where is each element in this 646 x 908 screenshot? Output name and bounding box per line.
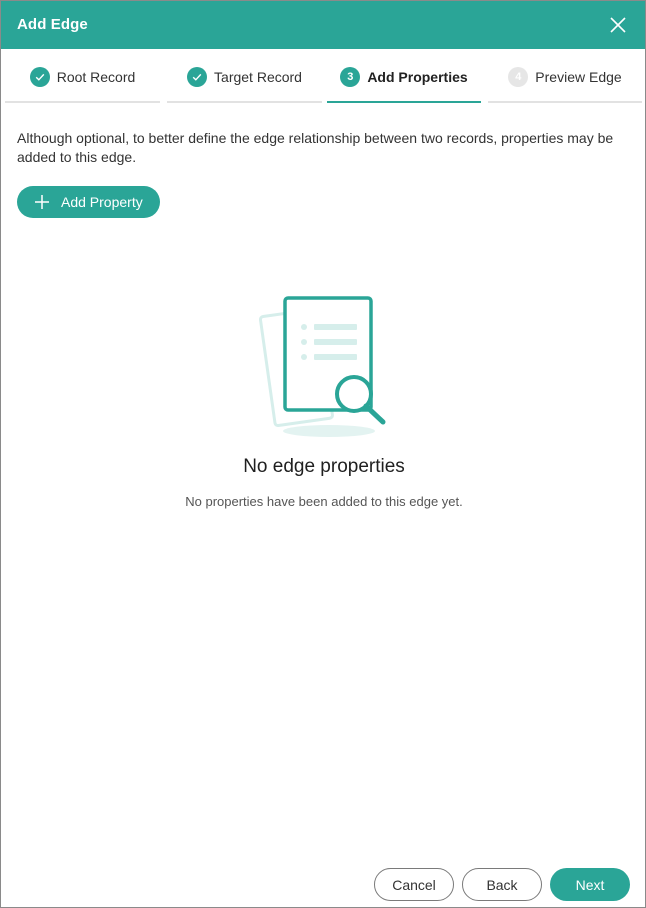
- add-property-button[interactable]: Add Property: [17, 186, 160, 218]
- step-number-badge: 3: [340, 67, 361, 87]
- step-underline: [327, 101, 481, 103]
- step-underline: [5, 101, 160, 103]
- dialog-title: Add Edge: [17, 16, 88, 33]
- wizard-steps: Root Record Target Record 3 Add Properti…: [5, 49, 643, 105]
- step-label: Preview Edge: [535, 69, 622, 85]
- add-property-label: Add Property: [61, 194, 143, 210]
- step-label: Root Record: [56, 69, 136, 85]
- close-icon: [610, 17, 626, 33]
- check-icon: [187, 67, 208, 87]
- step-label: Add Properties: [367, 69, 468, 85]
- check-icon: [29, 67, 50, 87]
- step-add-properties[interactable]: 3 Add Properties: [327, 49, 481, 105]
- step-root-record[interactable]: Root Record: [5, 49, 160, 105]
- dialog-header: Add Edge: [1, 1, 645, 49]
- step-underline: [488, 101, 642, 103]
- cancel-button[interactable]: Cancel: [374, 868, 454, 901]
- close-button[interactable]: [607, 14, 629, 36]
- next-button[interactable]: Next: [550, 868, 630, 901]
- empty-state-title: No edge properties: [243, 456, 405, 477]
- step-underline: [167, 101, 322, 103]
- step-preview-edge[interactable]: 4 Preview Edge: [488, 49, 642, 105]
- empty-state-subtitle: No properties have been added to this ed…: [185, 494, 463, 509]
- description-text: Although optional, to better define the …: [17, 130, 614, 165]
- step-number-badge: 4: [508, 67, 529, 87]
- plus-icon: [35, 195, 49, 209]
- empty-document-search-icon: [259, 296, 386, 437]
- add-edge-dialog: Add Edge Root Record Target Record 3 Add: [0, 0, 646, 908]
- step-label: Target Record: [214, 69, 302, 85]
- step-target-record[interactable]: Target Record: [167, 49, 322, 105]
- back-button[interactable]: Back: [462, 868, 542, 901]
